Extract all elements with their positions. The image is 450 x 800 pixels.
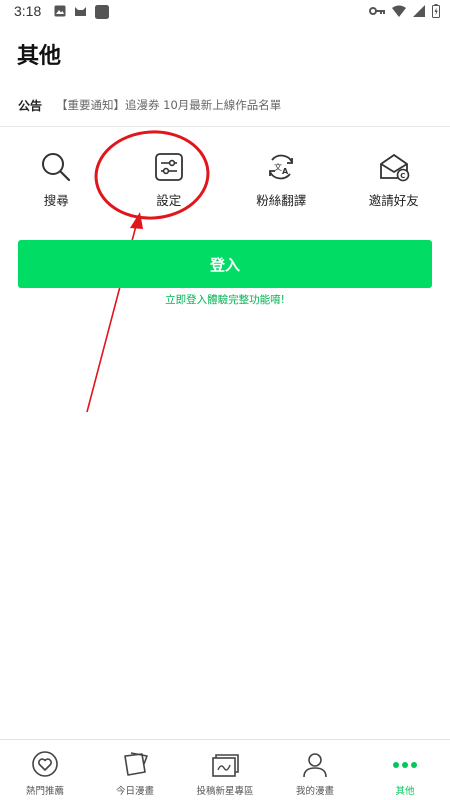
nav-item-canvas[interactable]: 投稿新星專區 — [180, 740, 270, 800]
person-icon — [303, 753, 327, 778]
nav-item-today[interactable]: 今日漫畫 — [90, 740, 180, 800]
svg-text:C: C — [400, 172, 405, 180]
system-icons — [369, 4, 440, 18]
page-title: 其他 — [17, 44, 62, 69]
cat-notification-icon — [75, 7, 86, 16]
svg-text:A: A — [282, 167, 289, 176]
menu-item-invite-friends[interactable]: C 邀請好友 — [338, 140, 450, 220]
announcement-bar[interactable]: 公告 【重要通知】追漫券 10月最新上線作品名單 — [0, 85, 450, 125]
menu-item-fan-translation[interactable]: 文A 粉絲翻譯 — [225, 140, 338, 220]
login-hint-text: 立即登入體驗完整功能唷! — [165, 294, 285, 306]
menu-grid: 搜尋 設定 文A 粉絲翻譯 C 邀請好友 — [0, 140, 450, 220]
invite-mail-icon: C — [379, 153, 410, 182]
divider — [0, 126, 450, 127]
nav-item-popular[interactable]: 熱門推薦 — [0, 740, 90, 800]
canvas-icon — [212, 754, 239, 777]
menu-label-invite-friends: 邀請好友 — [368, 193, 419, 208]
login-button[interactable]: 登入 — [18, 240, 432, 288]
nav-label-my-comics: 我的漫畫 — [295, 786, 334, 797]
announcement-text[interactable]: 【重要通知】追漫券 10月最新上線作品名單 — [56, 97, 281, 113]
menu-label-fan-translation: 粉絲翻譯 — [256, 193, 307, 208]
bottom-navigation: 熱門推薦 今日漫畫 投稿新星專區 我的漫畫 其他 — [0, 739, 450, 800]
menu-item-settings[interactable]: 設定 — [113, 140, 226, 220]
nav-label-today: 今日漫畫 — [115, 786, 154, 797]
announcement-label: 公告 — [18, 98, 43, 113]
status-time: 3:18 — [14, 3, 42, 19]
vpn-key-icon — [369, 7, 385, 15]
pages-icon — [124, 752, 148, 776]
search-icon — [42, 153, 71, 182]
nav-label-canvas: 投稿新星專區 — [196, 786, 254, 797]
nav-item-my-comics[interactable]: 我的漫畫 — [270, 740, 360, 800]
menu-label-search: 搜尋 — [43, 193, 69, 208]
more-dots-icon — [393, 762, 417, 768]
status-bar: 3:18 — [0, 0, 450, 24]
battery-icon — [432, 4, 440, 18]
heart-icon — [32, 751, 58, 777]
wifi-icon — [392, 5, 406, 17]
notification-icons — [54, 5, 109, 19]
nav-label-more: 其他 — [395, 786, 415, 797]
svg-text:文: 文 — [274, 162, 282, 172]
menu-item-search[interactable]: 搜尋 — [0, 140, 113, 220]
translate-icon: 文A — [269, 154, 294, 180]
image-notification-icon — [54, 5, 66, 17]
signal-icon — [413, 5, 425, 17]
nav-label-popular: 熱門推薦 — [25, 786, 64, 797]
menu-label-settings: 設定 — [156, 193, 182, 208]
nav-item-more[interactable]: 其他 — [360, 740, 450, 800]
settings-sliders-icon — [154, 153, 183, 181]
app-notification-icon — [95, 5, 109, 19]
